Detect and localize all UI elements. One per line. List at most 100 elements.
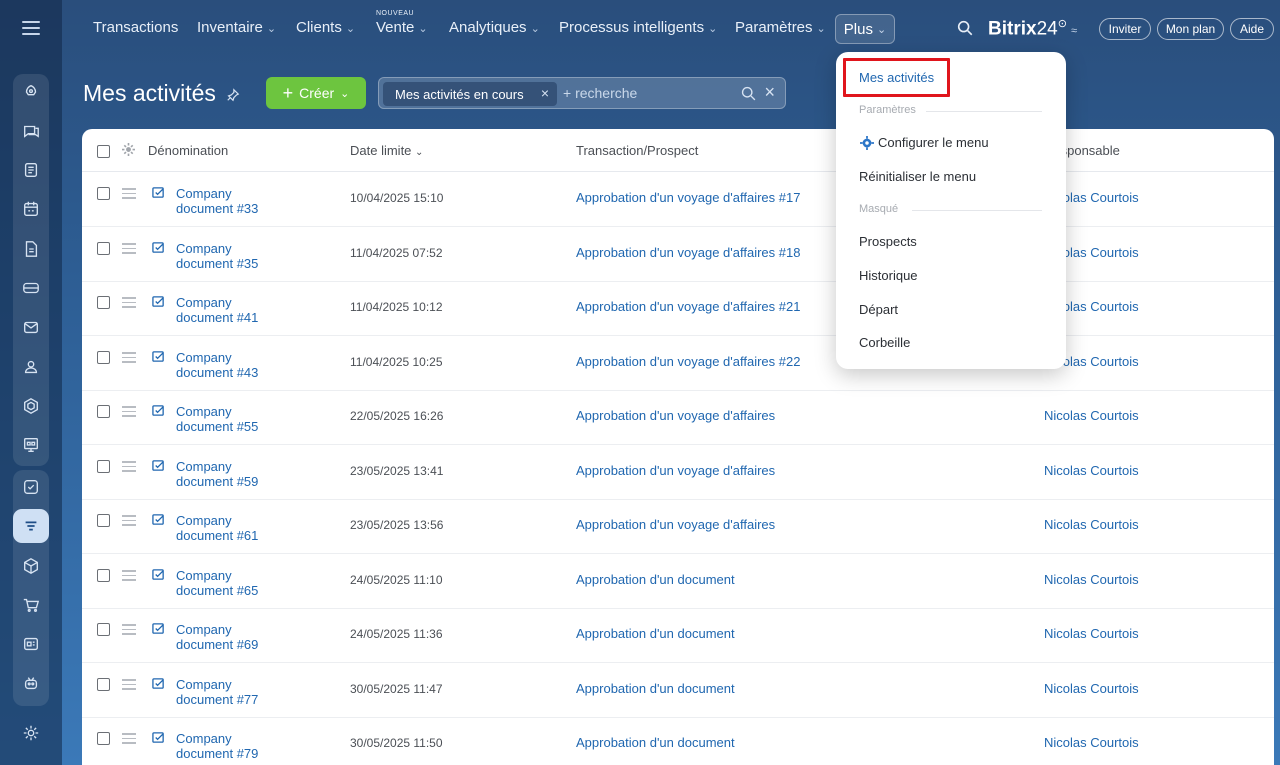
row-checkbox[interactable] bbox=[97, 187, 110, 200]
clear-icon[interactable]: × bbox=[764, 82, 775, 103]
cart-icon[interactable] bbox=[13, 588, 49, 622]
crm-icon[interactable] bbox=[13, 509, 49, 543]
deal-link[interactable]: Approbation d'un document bbox=[576, 626, 735, 641]
activity-name-link[interactable]: Company document #55 bbox=[176, 404, 306, 434]
drag-handle-icon[interactable] bbox=[122, 297, 136, 308]
deal-link[interactable]: Approbation d'un voyage d'affaires bbox=[576, 408, 775, 423]
menu-item-trash[interactable]: Corbeille bbox=[859, 335, 910, 350]
row-checkbox[interactable] bbox=[97, 296, 110, 309]
activity-name-link[interactable]: Company document #65 bbox=[176, 568, 306, 598]
filter-chip[interactable]: Mes activités en cours × bbox=[383, 82, 557, 106]
rocket-icon[interactable] bbox=[13, 75, 49, 109]
nav-item-analytiques[interactable]: Analytiques ⌄ bbox=[449, 19, 540, 36]
search-icon[interactable] bbox=[956, 19, 974, 37]
row-checkbox[interactable] bbox=[97, 514, 110, 527]
search-input[interactable]: + recherche bbox=[563, 85, 637, 101]
menu-item-prospects[interactable]: Prospects bbox=[859, 234, 917, 249]
table-row[interactable]: Company document #79 30/05/2025 11:50 App… bbox=[82, 717, 1274, 765]
deal-link[interactable]: Approbation d'un document bbox=[576, 681, 735, 696]
search-icon[interactable] bbox=[740, 85, 757, 102]
nav-item-inventaire[interactable]: Inventaire ⌄ bbox=[197, 19, 276, 36]
group-icon[interactable] bbox=[13, 350, 49, 384]
menu-item-history[interactable]: Historique bbox=[859, 268, 918, 283]
column-header-date[interactable]: Date limite ⌄ bbox=[350, 143, 423, 158]
feed-icon[interactable] bbox=[13, 153, 49, 187]
deal-link[interactable]: Approbation d'un voyage d'affaires #17 bbox=[576, 190, 800, 205]
column-header-name[interactable]: Dénomination bbox=[148, 143, 228, 158]
brand-logo[interactable]: Bitrix24⊙≈ bbox=[988, 17, 1077, 40]
drag-handle-icon[interactable] bbox=[122, 515, 136, 526]
create-button[interactable]: + Créer ⌄ bbox=[266, 77, 366, 109]
row-checkbox[interactable] bbox=[97, 460, 110, 473]
calendar-icon[interactable] bbox=[13, 192, 49, 226]
deal-link[interactable]: Approbation d'un voyage d'affaires #21 bbox=[576, 299, 800, 314]
table-row[interactable]: Company document #65 24/05/2025 11:10 App… bbox=[82, 554, 1274, 609]
responsible-link[interactable]: Nicolas Courtois bbox=[1044, 408, 1139, 423]
settings-icon[interactable] bbox=[13, 716, 49, 750]
table-row[interactable]: Company document #77 30/05/2025 11:47 App… bbox=[82, 663, 1274, 718]
responsible-link[interactable]: Nicolas Courtois bbox=[1044, 681, 1139, 696]
table-row[interactable]: Company document #69 24/05/2025 11:36 App… bbox=[82, 608, 1274, 663]
table-row[interactable]: Company document #55 22/05/2025 16:26 App… bbox=[82, 390, 1274, 445]
menu-item-reset[interactable]: Réinitialiser le menu bbox=[859, 169, 976, 184]
table-row[interactable]: Company document #59 23/05/2025 13:41 App… bbox=[82, 445, 1274, 500]
row-checkbox[interactable] bbox=[97, 569, 110, 582]
nav-item-vente[interactable]: Vente ⌄ bbox=[376, 19, 428, 36]
drag-handle-icon[interactable] bbox=[122, 243, 136, 254]
menu-icon[interactable] bbox=[22, 21, 40, 35]
responsible-link[interactable]: Nicolas Courtois bbox=[1044, 572, 1139, 587]
activity-name-link[interactable]: Company document #77 bbox=[176, 677, 306, 707]
drive-icon[interactable] bbox=[13, 271, 49, 305]
invite-button[interactable]: Inviter bbox=[1099, 18, 1151, 40]
deal-link[interactable]: Approbation d'un document bbox=[576, 735, 735, 750]
chat-icon[interactable] bbox=[13, 114, 49, 148]
row-checkbox[interactable] bbox=[97, 732, 110, 745]
drag-handle-icon[interactable] bbox=[122, 461, 136, 472]
activity-name-link[interactable]: Company document #41 bbox=[176, 295, 306, 325]
nav-more-button[interactable]: Plus ⌄ bbox=[835, 14, 895, 44]
drag-handle-icon[interactable] bbox=[122, 188, 136, 199]
menu-item-configure[interactable]: Configurer le menu bbox=[878, 135, 989, 150]
activity-name-link[interactable]: Company document #69 bbox=[176, 622, 306, 652]
deal-link[interactable]: Approbation d'un voyage d'affaires bbox=[576, 463, 775, 478]
help-button[interactable]: Aide bbox=[1230, 18, 1274, 40]
tasks-icon[interactable] bbox=[13, 470, 49, 504]
activity-name-link[interactable]: Company document #35 bbox=[176, 241, 306, 271]
responsible-link[interactable]: Nicolas Courtois bbox=[1044, 517, 1139, 532]
board-icon[interactable] bbox=[13, 428, 49, 462]
nav-item-transactions[interactable]: Transactions bbox=[93, 19, 178, 36]
inventory-icon[interactable] bbox=[13, 549, 49, 583]
row-checkbox[interactable] bbox=[97, 678, 110, 691]
table-row[interactable]: Company document #41 11/04/2025 10:12 App… bbox=[82, 281, 1274, 336]
row-checkbox[interactable] bbox=[97, 242, 110, 255]
drag-handle-icon[interactable] bbox=[122, 570, 136, 581]
deal-link[interactable]: Approbation d'un voyage d'affaires #22 bbox=[576, 354, 800, 369]
document-icon[interactable] bbox=[13, 232, 49, 266]
deal-link[interactable]: Approbation d'un voyage d'affaires bbox=[576, 517, 775, 532]
menu-item-start[interactable]: Départ bbox=[859, 302, 898, 317]
activity-name-link[interactable]: Company document #59 bbox=[176, 459, 306, 489]
drag-handle-icon[interactable] bbox=[122, 406, 136, 417]
activity-name-link[interactable]: Company document #79 bbox=[176, 731, 306, 761]
row-checkbox[interactable] bbox=[97, 405, 110, 418]
deal-link[interactable]: Approbation d'un voyage d'affaires #18 bbox=[576, 245, 800, 260]
activity-name-link[interactable]: Company document #61 bbox=[176, 513, 306, 543]
close-icon[interactable]: × bbox=[541, 85, 549, 101]
responsible-link[interactable]: Nicolas Courtois bbox=[1044, 463, 1139, 478]
gear-icon[interactable] bbox=[122, 143, 135, 156]
drag-handle-icon[interactable] bbox=[122, 624, 136, 635]
robot-icon[interactable] bbox=[13, 666, 49, 700]
row-checkbox[interactable] bbox=[97, 623, 110, 636]
pin-icon[interactable] bbox=[226, 88, 240, 102]
nav-item-processus[interactable]: Processus intelligents ⌄ bbox=[559, 19, 717, 36]
responsible-link[interactable]: Nicolas Courtois bbox=[1044, 735, 1139, 750]
activity-name-link[interactable]: Company document #33 bbox=[176, 186, 306, 216]
table-row[interactable]: Company document #43 11/04/2025 10:25 App… bbox=[82, 336, 1274, 391]
nav-item-clients[interactable]: Clients ⌄ bbox=[296, 19, 355, 36]
table-row[interactable]: Company document #61 23/05/2025 13:56 App… bbox=[82, 499, 1274, 554]
table-row[interactable]: Company document #35 11/04/2025 07:52 App… bbox=[82, 227, 1274, 282]
my-plan-button[interactable]: Mon plan bbox=[1157, 18, 1224, 40]
table-row[interactable]: Company document #33 10/04/2025 15:10 App… bbox=[82, 172, 1274, 227]
row-checkbox[interactable] bbox=[97, 351, 110, 364]
drag-handle-icon[interactable] bbox=[122, 352, 136, 363]
